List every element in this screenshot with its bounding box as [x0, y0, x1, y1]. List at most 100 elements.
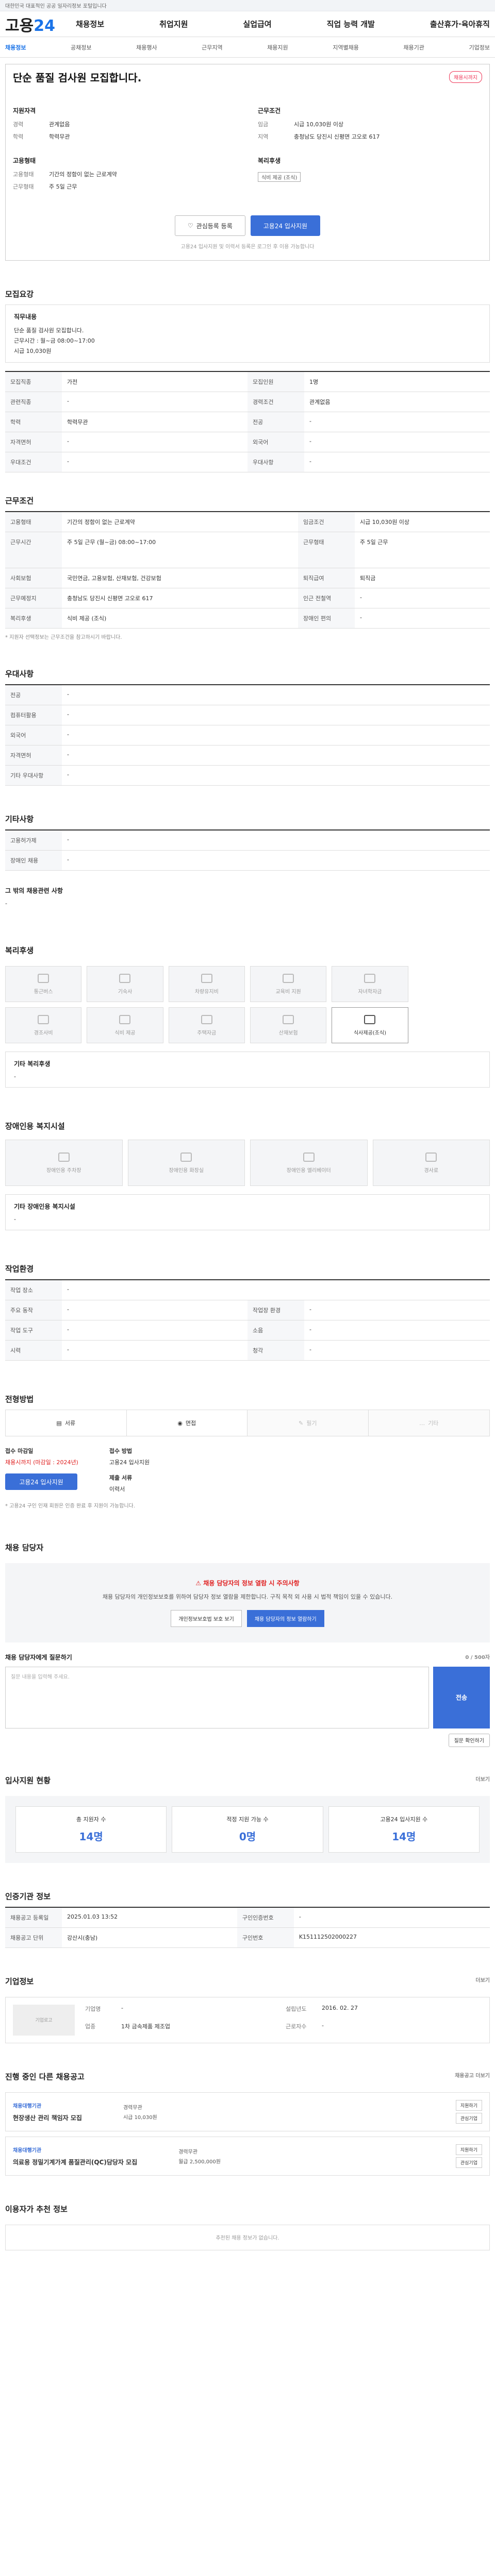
- related-fav-button[interactable]: 관심기업: [455, 2157, 482, 2168]
- cell: -: [304, 432, 490, 452]
- gnb-item-support[interactable]: 취업지원: [159, 19, 188, 29]
- related-apply-button[interactable]: 지원하기: [455, 2144, 482, 2155]
- question-send-button[interactable]: 전송: [433, 1666, 490, 1728]
- welfare-item: 통근버스: [5, 966, 82, 1002]
- welfare-item-active: 식사제공(조식): [332, 1007, 408, 1043]
- apply-button[interactable]: 고용24 입사지원: [250, 215, 321, 236]
- method-label: 면접: [185, 1420, 196, 1427]
- info-table: 채용공고 등록일 2025.01.03 13:52 구인인증번호 - 채용공고 단위 강…: [5, 1906, 490, 1948]
- site-logo[interactable]: 고용24: [5, 13, 55, 36]
- related-more-link[interactable]: 채용공고 더보기: [455, 2071, 490, 2082]
- table-row: 장애인 채용 -: [5, 850, 490, 871]
- cell: 주 5일 근무 (월~금) 08:00~17:00: [62, 532, 298, 568]
- question-more-button[interactable]: 질문 확인하기: [448, 1733, 490, 1747]
- company-more-link[interactable]: 더보기: [475, 1976, 490, 1987]
- cell: -: [62, 1300, 248, 1320]
- cell: 장애인 편의: [298, 608, 355, 629]
- cell: 외국어: [248, 432, 304, 452]
- method-written: ✎ 필기: [248, 1410, 369, 1436]
- job-desc-text-2: 근무시간 : 월~금 08:00~17:00: [14, 337, 95, 344]
- job-desc-heading: 직무내용: [14, 313, 37, 320]
- cell: -: [62, 850, 490, 871]
- career-value: 관계없음: [49, 121, 70, 128]
- question-count: 0 / 500자: [465, 1654, 490, 1660]
- pencil-icon: ✎: [299, 1419, 304, 1427]
- method-label: 필기: [306, 1420, 317, 1427]
- disabled-item: 장애인용 엘리베이터: [250, 1140, 368, 1186]
- method-heading: 전형방법: [5, 1395, 34, 1404]
- disabled-label: 장애인용 주차장: [46, 1167, 81, 1174]
- cell: 임금조건: [298, 512, 355, 532]
- heart-icon: ♡: [187, 222, 193, 229]
- cell: 모집직종: [5, 371, 62, 392]
- favorite-button[interactable]: ♡ 관심등록 등록: [174, 215, 245, 236]
- gnb-item-leave[interactable]: 출산휴가·육아휴직: [430, 19, 490, 29]
- stat-label: 총 지원자 수: [76, 1816, 106, 1823]
- gnb-item-jobs[interactable]: 채용정보: [76, 19, 104, 29]
- stats-more-link[interactable]: 더보기: [475, 1775, 490, 1786]
- table-row: 고용형태 기간의 정함이 없는 근로계약 임금조건 시급 10,030원 이상: [5, 512, 490, 532]
- stat-label: 고용24 입사지원 수: [380, 1816, 428, 1823]
- lnb-item-5[interactable]: 지역별채용: [333, 43, 359, 52]
- gnb-item-unemployment[interactable]: 실업급여: [243, 19, 271, 29]
- welfare-label: 차량유지비: [194, 989, 219, 995]
- car-icon: [201, 973, 212, 983]
- cell: -: [293, 1907, 490, 1928]
- related-job[interactable]: 채용대행기관 의료용 정밀기계가계 품질관리(QC)담당자 모집 경력무관 월급…: [5, 2136, 490, 2176]
- company-box: 기업로고 기업명 - 설립년도 2016. 02. 27 업종 1차 금속제품 제조업…: [5, 1996, 490, 2043]
- lnb-item-7[interactable]: 기업정보: [469, 43, 489, 52]
- lnb-item-3[interactable]: 근무지역: [202, 43, 222, 52]
- lnb-item-1[interactable]: 공채정보: [71, 43, 91, 52]
- more-icon: …: [419, 1419, 425, 1427]
- lnb-item-2[interactable]: 채용행사: [136, 43, 157, 52]
- workenv-heading: 작업환경: [5, 1264, 34, 1274]
- welfare-label: 식사제공(조식): [353, 1030, 386, 1036]
- cell: -: [304, 452, 490, 472]
- cell: 학력: [5, 412, 62, 432]
- related-job[interactable]: 채용대행기관 현장생산 관리 책임자 모집 경력무관 시급 10,030원 지원…: [5, 2092, 490, 2131]
- job-desc-text: 단순 품질 검사원 모집합니다.: [14, 327, 84, 334]
- req-heading: 지원자격: [13, 107, 36, 114]
- pay-label: 임금: [258, 121, 269, 128]
- cell: -: [62, 432, 248, 452]
- disabled-grid: 장애인용 주차장 장애인용 화장실 장애인용 엘리베이터 경사로: [5, 1140, 490, 1186]
- way-heading: 접수 방법: [109, 1448, 133, 1454]
- lnb-item-6[interactable]: 채용기관: [403, 43, 424, 52]
- stat-item: 고용24 입사지원 수 14명: [328, 1806, 480, 1853]
- etc-heading: 기타사항: [5, 815, 34, 824]
- question-input[interactable]: 질문 내용을 입력해 주세요.: [5, 1666, 429, 1728]
- view-manager-button[interactable]: 채용 담당자의 정보 열람하기: [246, 1609, 324, 1627]
- welfare-item: 교육비 지원: [250, 966, 327, 1002]
- related-fav-button[interactable]: 관심기업: [455, 2112, 482, 2124]
- table-row: 근무예정지 충청남도 당진시 신평면 고오로 617 인근 전철역 -: [5, 588, 490, 608]
- cell: 장애인 채용: [5, 850, 62, 871]
- welfare-item: 경조사비: [5, 1007, 82, 1043]
- company-emp-value: -: [322, 2022, 324, 2029]
- related-req: 경력무관: [178, 2149, 198, 2155]
- career-label: 경력: [13, 121, 24, 128]
- cell: -: [62, 765, 490, 786]
- cell: -: [62, 830, 490, 851]
- warn-title-text: 채용 담당자의 정보 열람 시 주의사항: [203, 1580, 300, 1587]
- table-row: 고용허가제 -: [5, 830, 490, 851]
- welfare-item: 식비 제공: [87, 1007, 163, 1043]
- lnb-item-0[interactable]: 채용정보: [5, 43, 26, 52]
- gnb-item-training[interactable]: 직업 능력 개발: [327, 19, 375, 29]
- related-title[interactable]: 현장생산 관리 책임자 모집: [13, 2113, 82, 2122]
- table-row: 작업 도구 - 소음 -: [5, 1320, 490, 1341]
- welfare-extra-value: -: [14, 1073, 16, 1080]
- disabled-label: 장애인용 화장실: [169, 1167, 204, 1174]
- apply-button-2[interactable]: 고용24 입사지원: [5, 1473, 77, 1490]
- related-title[interactable]: 의료용 정밀기계가계 품질관리(QC)담당자 모집: [13, 2158, 137, 2166]
- manager-heading: 채용 담당자: [5, 1543, 44, 1552]
- meal-icon: [119, 1014, 131, 1024]
- table-row: 시력 - 청각 -: [5, 1340, 490, 1361]
- cell: 작업 장소: [5, 1280, 62, 1300]
- related-apply-button[interactable]: 지원하기: [455, 2099, 482, 2111]
- privacy-button[interactable]: 개인정보보호법 보호 보기: [171, 1609, 242, 1627]
- gift-icon: [38, 1014, 50, 1024]
- lnb-item-4[interactable]: 채용지원: [267, 43, 288, 52]
- welfare-extra-box: 기타 복리후생 -: [5, 1052, 490, 1088]
- cell: 학력무관: [62, 412, 248, 432]
- related-company: 채용대행기관: [13, 2103, 42, 2109]
